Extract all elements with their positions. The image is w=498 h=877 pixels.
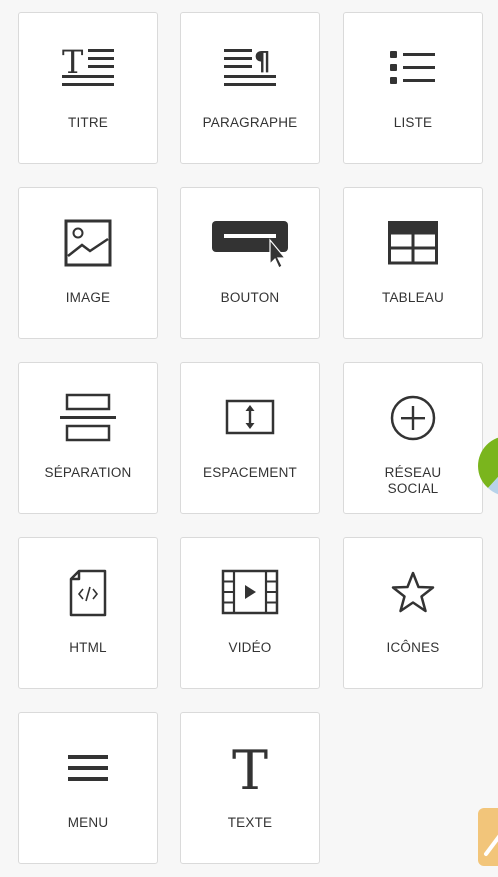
svg-text:¶: ¶	[254, 47, 271, 77]
block-video[interactable]: VIDÉO	[180, 537, 320, 689]
block-label: TITRE	[68, 115, 108, 130]
block-reseau-social[interactable]: RÉSEAU SOCIAL	[343, 362, 483, 514]
block-label: RÉSEAU SOCIAL	[384, 465, 442, 496]
svg-text:T: T	[232, 740, 268, 796]
block-label: PARAGRAPHE	[202, 115, 298, 130]
spacing-icon	[181, 393, 319, 443]
side-pie-chart-icon[interactable]	[474, 434, 498, 498]
block-label: HTML	[69, 640, 107, 655]
block-icones[interactable]: ICÔNES	[343, 537, 483, 689]
block-label: LISTE	[393, 115, 433, 130]
text-icon: T	[181, 740, 319, 796]
separator-icon	[19, 393, 157, 443]
block-label: VIDÉO	[228, 640, 272, 655]
content-blocks-grid: T TITRE ¶ PARAGRAPHE LISTE IMAGE BOUTON …	[0, 0, 498, 877]
block-label: SÉPARATION	[44, 465, 132, 480]
side-edit-button[interactable]	[478, 808, 498, 866]
pencil-icon	[484, 834, 498, 856]
block-bouton[interactable]: BOUTON	[180, 187, 320, 339]
block-label: BOUTON	[220, 290, 280, 305]
paragraph-icon: ¶	[181, 43, 319, 93]
block-label: TABLEAU	[382, 290, 444, 305]
block-texte[interactable]: T TEXTE	[180, 712, 320, 864]
block-liste[interactable]: LISTE	[343, 12, 483, 164]
list-icon	[344, 43, 482, 93]
menu-icon	[19, 743, 157, 793]
block-titre[interactable]: T TITRE	[18, 12, 158, 164]
block-espacement[interactable]: ESPACEMENT	[180, 362, 320, 514]
block-label: TEXTE	[227, 815, 273, 830]
button-icon	[181, 218, 319, 268]
block-separation[interactable]: SÉPARATION	[18, 362, 158, 514]
heading-icon: T	[19, 43, 157, 93]
block-tableau[interactable]: TABLEAU	[343, 187, 483, 339]
block-paragraphe[interactable]: ¶ PARAGRAPHE	[180, 12, 320, 164]
block-label: ICÔNES	[386, 640, 440, 655]
block-image[interactable]: IMAGE	[18, 187, 158, 339]
block-label: IMAGE	[65, 290, 111, 305]
block-menu[interactable]: MENU	[18, 712, 158, 864]
table-icon	[344, 218, 482, 268]
html-file-icon	[19, 568, 157, 618]
block-label: ESPACEMENT	[202, 465, 297, 480]
block-label: MENU	[67, 815, 109, 830]
star-icon	[344, 568, 482, 618]
image-icon	[19, 218, 157, 268]
block-html[interactable]: HTML	[18, 537, 158, 689]
video-icon	[181, 568, 319, 618]
plus-circle-icon	[344, 393, 482, 443]
